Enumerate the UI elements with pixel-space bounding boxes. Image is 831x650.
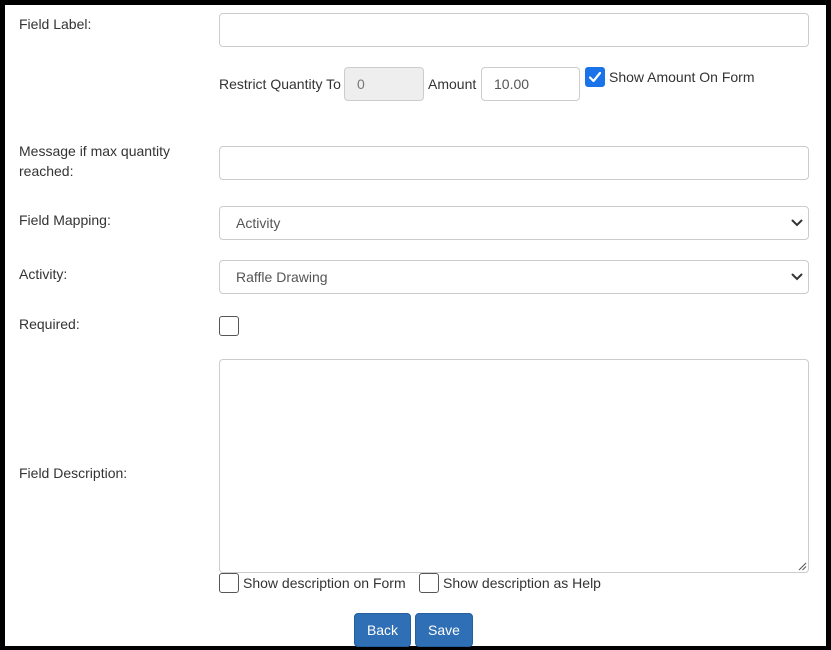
max-message-label-line2: reached: — [19, 163, 74, 179]
show-description-help-checkbox[interactable] — [419, 573, 439, 593]
field-mapping-selected: Activity — [236, 215, 281, 231]
show-description-form-label: Show description on Form — [243, 575, 406, 591]
required-checkbox[interactable] — [219, 316, 239, 336]
field-description-textarea[interactable] — [219, 359, 809, 573]
field-mapping-select[interactable]: Activity — [219, 206, 809, 240]
field-mapping-label: Field Mapping: — [19, 212, 111, 228]
amount-input[interactable] — [481, 67, 580, 101]
resize-grip-icon[interactable] — [797, 561, 807, 571]
amount-label: Amount — [428, 76, 477, 92]
activity-select[interactable]: Raffle Drawing — [219, 260, 809, 294]
show-description-form-checkbox[interactable] — [219, 573, 239, 593]
max-message-label-line1: Message if max quantity — [19, 143, 170, 159]
chevron-down-icon — [791, 219, 803, 227]
checkmark-icon — [588, 71, 602, 83]
back-button[interactable]: Back — [354, 613, 411, 647]
activity-label: Activity: — [19, 266, 68, 282]
field-label-label: Field Label: — [19, 16, 92, 32]
save-button[interactable]: Save — [415, 613, 473, 647]
show-amount-checkbox[interactable] — [585, 67, 605, 87]
show-amount-label: Show Amount On Form — [609, 69, 755, 85]
restrict-quantity-label: Restrict Quantity To — [219, 76, 341, 92]
max-message-input[interactable] — [219, 146, 809, 180]
restrict-quantity-input[interactable] — [344, 67, 424, 101]
chevron-down-icon — [791, 273, 803, 281]
show-description-help-label: Show description as Help — [443, 575, 601, 591]
field-description-label: Field Description: — [19, 465, 128, 481]
required-label: Required: — [19, 316, 80, 332]
activity-selected: Raffle Drawing — [236, 269, 328, 285]
field-label-input[interactable] — [219, 13, 809, 47]
